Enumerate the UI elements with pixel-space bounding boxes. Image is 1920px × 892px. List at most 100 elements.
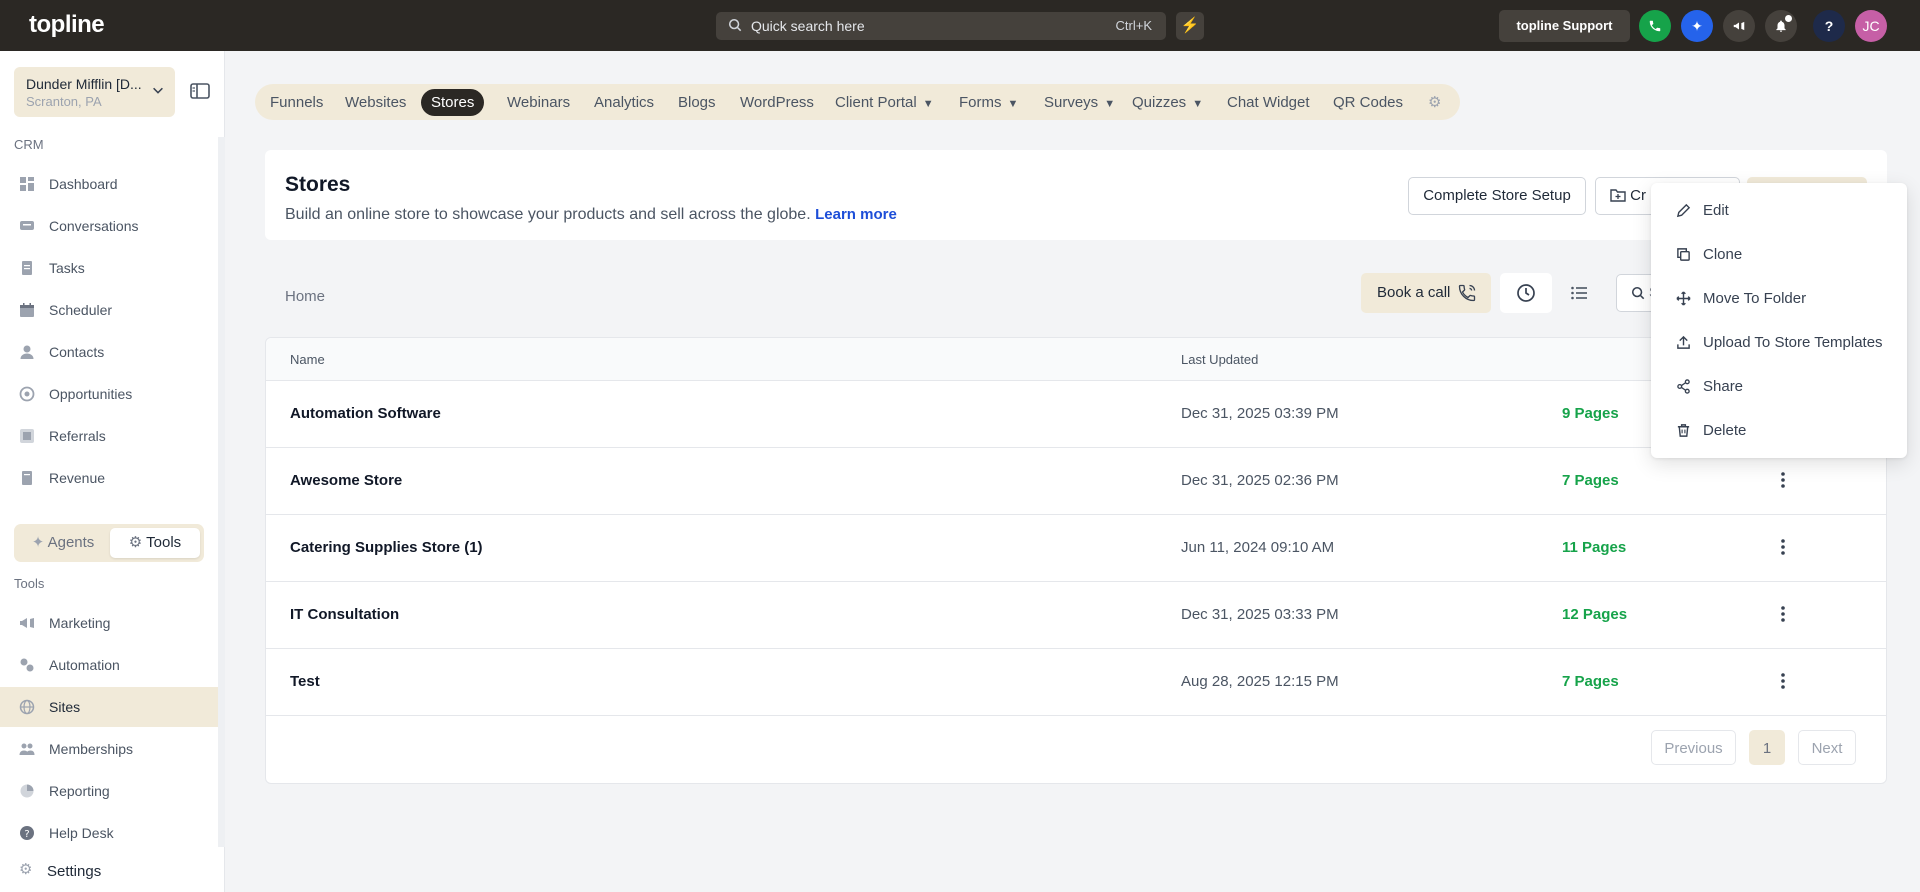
tab-analytics[interactable]: Analytics	[584, 89, 664, 116]
clock-icon	[1517, 284, 1535, 302]
tab-webinars[interactable]: Webinars	[497, 89, 580, 116]
sidebar-item-reporting[interactable]: Reporting	[0, 771, 218, 811]
sidebar-collapse-icon[interactable]	[189, 81, 211, 101]
sidebar-item-revenue[interactable]: Revenue	[0, 458, 218, 498]
table-row[interactable]: Catering Supplies Store (1) Jun 11, 2024…	[266, 515, 1886, 582]
store-name[interactable]: IT Consultation	[290, 606, 399, 623]
sidebar-item-scheduler[interactable]: Scheduler	[0, 290, 218, 330]
support-button[interactable]: topline Support	[1499, 10, 1630, 42]
column-header-last-updated[interactable]: Last Updated	[1181, 352, 1258, 367]
more-options-icon[interactable]	[1771, 535, 1795, 559]
tab-label: Quizzes	[1132, 94, 1187, 111]
sidebar-item-settings[interactable]: ⚙ Settings	[0, 851, 218, 891]
menu-item-clone[interactable]: Clone	[1651, 234, 1907, 274]
tab-qr-codes[interactable]: QR Codes	[1323, 89, 1413, 116]
app-logo[interactable]: topline	[29, 11, 105, 39]
sidebar-item-label: Scheduler	[49, 302, 113, 318]
tab-stores[interactable]: Stores	[421, 89, 485, 116]
store-name[interactable]: Automation Software	[290, 405, 441, 422]
avatar[interactable]: JC	[1855, 10, 1887, 42]
sidebar-item-opportunities[interactable]: Opportunities	[0, 374, 218, 414]
gear-icon: ⚙	[128, 534, 143, 551]
tab-funnels[interactable]: Funnels	[260, 89, 333, 116]
sidebar-item-automation[interactable]: Automation	[0, 645, 218, 685]
menu-item-edit[interactable]: Edit	[1651, 190, 1907, 230]
sidebar-item-sites[interactable]: Sites	[0, 687, 218, 727]
tab-blogs[interactable]: Blogs	[668, 89, 726, 116]
book-a-call-button[interactable]: Book a call	[1361, 273, 1491, 313]
menu-item-share[interactable]: Share	[1651, 366, 1907, 406]
tools-toggle-option[interactable]: ⚙ Tools	[110, 528, 200, 558]
sidebar-item-label: Contacts	[49, 344, 105, 360]
tab-surveys[interactable]: Surveys ▼	[1034, 89, 1125, 116]
store-name[interactable]: Test	[290, 673, 320, 690]
sidebar-item-memberships[interactable]: Memberships	[0, 729, 218, 769]
view-toggle	[1500, 273, 1605, 313]
notification-dot	[1785, 15, 1792, 22]
table-row[interactable]: Awesome Store Dec 31, 2025 02:36 PM 7 Pa…	[266, 448, 1886, 515]
ai-assistant-button[interactable]: ✦	[1681, 10, 1713, 42]
announcements-button[interactable]	[1723, 10, 1755, 42]
tab-label: Websites	[345, 94, 407, 111]
store-name[interactable]: Awesome Store	[290, 472, 402, 489]
column-header-name[interactable]: Name	[290, 352, 325, 367]
referrals-icon	[20, 429, 34, 443]
pages-count[interactable]: 11 Pages	[1562, 539, 1626, 556]
sidebar-item-label: Dashboard	[49, 176, 118, 192]
complete-store-setup-button[interactable]: Complete Store Setup	[1408, 177, 1586, 215]
sidebar-item-marketing[interactable]: Marketing	[0, 603, 218, 643]
pages-count[interactable]: 7 Pages	[1562, 472, 1619, 489]
list-view-button[interactable]	[1553, 273, 1605, 313]
tab-settings[interactable]: ⚙	[1418, 89, 1451, 116]
table-row[interactable]: Test Aug 28, 2025 12:15 PM 7 Pages	[266, 649, 1886, 716]
more-options-icon[interactable]	[1771, 602, 1795, 626]
account-switcher[interactable]: Dunder Mifflin [D... Scranton, PA	[14, 67, 175, 117]
avatar-initials: JC	[1862, 18, 1880, 34]
menu-item-label: Clone	[1703, 246, 1743, 263]
page-number-button[interactable]: 1	[1749, 730, 1785, 765]
sidebar-item-contacts[interactable]: Contacts	[0, 332, 218, 372]
agents-label: Agents	[47, 534, 95, 551]
more-options-icon[interactable]	[1771, 468, 1795, 492]
sidebar-item-tasks[interactable]: Tasks	[0, 248, 218, 288]
sidebar-item-dashboard[interactable]: Dashboard	[0, 164, 218, 204]
sidebar-scrollbar[interactable]	[218, 137, 225, 847]
breadcrumb[interactable]: Home	[285, 288, 325, 305]
tab-client-portal[interactable]: Client Portal ▼	[825, 89, 944, 116]
menu-item-upload-to-store-templates[interactable]: Upload To Store Templates	[1651, 322, 1907, 362]
pages-count[interactable]: 12 Pages	[1562, 606, 1627, 623]
menu-item-delete[interactable]: Delete	[1651, 410, 1907, 450]
pencil-icon	[1676, 203, 1691, 218]
pages-count[interactable]: 9 Pages	[1562, 405, 1619, 422]
sidebar-item-conversations[interactable]: Conversations	[0, 206, 218, 246]
chevron-down-icon: ▼	[1104, 98, 1116, 110]
previous-page-button[interactable]: Previous	[1651, 730, 1736, 765]
agents-toggle-option[interactable]: ✦ Agents	[18, 528, 108, 558]
tab-websites[interactable]: Websites	[335, 89, 416, 116]
lightning-icon[interactable]: ⚡	[1176, 12, 1204, 40]
sidebar-item-label: Marketing	[49, 615, 111, 631]
menu-item-label: Delete	[1703, 422, 1747, 439]
sidebar-item-referrals[interactable]: Referrals	[0, 416, 218, 456]
top-bar: topline Quick search here Ctrl+K ⚡ topli…	[0, 0, 1920, 51]
phone-button[interactable]	[1639, 10, 1671, 42]
table-row[interactable]: Automation Software Dec 31, 2025 03:39 P…	[266, 381, 1886, 448]
notifications-button[interactable]	[1765, 10, 1797, 42]
table-row[interactable]: IT Consultation Dec 31, 2025 03:33 PM 12…	[266, 582, 1886, 649]
store-name[interactable]: Catering Supplies Store (1)	[290, 539, 483, 556]
sidebar-item-help-desk[interactable]: ? Help Desk	[0, 813, 218, 853]
more-options-icon[interactable]	[1771, 669, 1795, 693]
help-button[interactable]: ?	[1813, 10, 1845, 42]
next-page-button[interactable]: Next	[1798, 730, 1856, 765]
recent-view-button[interactable]	[1500, 273, 1552, 313]
menu-item-move-to-folder[interactable]: Move To Folder	[1651, 278, 1907, 318]
tab-wordpress[interactable]: WordPress	[730, 89, 824, 116]
tab-quizzes[interactable]: Quizzes ▼	[1122, 89, 1213, 116]
tab-chat-widget[interactable]: Chat Widget	[1217, 89, 1320, 116]
question-icon: ?	[1824, 18, 1834, 34]
tab-label: Blogs	[678, 94, 716, 111]
learn-more-link[interactable]: Learn more	[815, 206, 897, 223]
pages-count[interactable]: 7 Pages	[1562, 673, 1619, 690]
quick-search-input[interactable]: Quick search here Ctrl+K	[716, 12, 1166, 40]
tab-forms[interactable]: Forms ▼	[949, 89, 1028, 116]
